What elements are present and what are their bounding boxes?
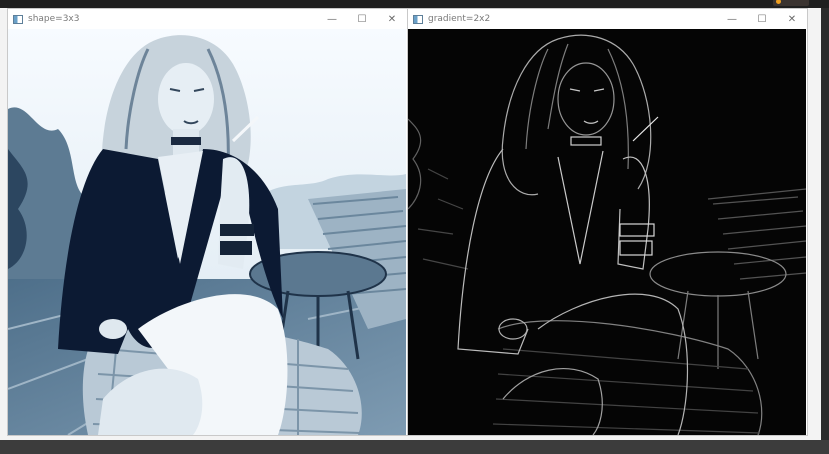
duotone-photo [8,29,406,435]
close-button[interactable]: ✕ [377,9,407,29]
window-app-icon [13,14,23,24]
image-view [408,29,806,435]
minimize-button[interactable]: — [717,9,747,29]
window-app-icon [413,14,423,24]
window-title: gradient=2x2 [428,14,491,24]
maximize-button[interactable]: ☐ [347,9,377,29]
window-title: shape=3x3 [28,14,80,24]
tray-icon[interactable] [773,0,809,6]
minimize-button[interactable]: — [317,9,347,29]
maximize-button[interactable]: ☐ [747,9,777,29]
window-controls: — ☐ ✕ [317,9,407,29]
window-shape[interactable]: shape=3x3 — ☐ ✕ [7,8,408,436]
desktop-bottom-strip [0,440,829,454]
titlebar[interactable]: gradient=2x2 — ☐ ✕ [408,9,807,29]
tray-dot-icon [776,0,781,4]
window-gradient[interactable]: gradient=2x2 — ☐ ✕ [407,8,808,436]
close-button[interactable]: ✕ [777,9,807,29]
titlebar[interactable]: shape=3x3 — ☐ ✕ [8,9,407,29]
image-view [8,29,406,435]
window-controls: — ☐ ✕ [717,9,807,29]
gradient-edge-image [408,29,806,435]
desktop-top-strip [0,0,829,8]
